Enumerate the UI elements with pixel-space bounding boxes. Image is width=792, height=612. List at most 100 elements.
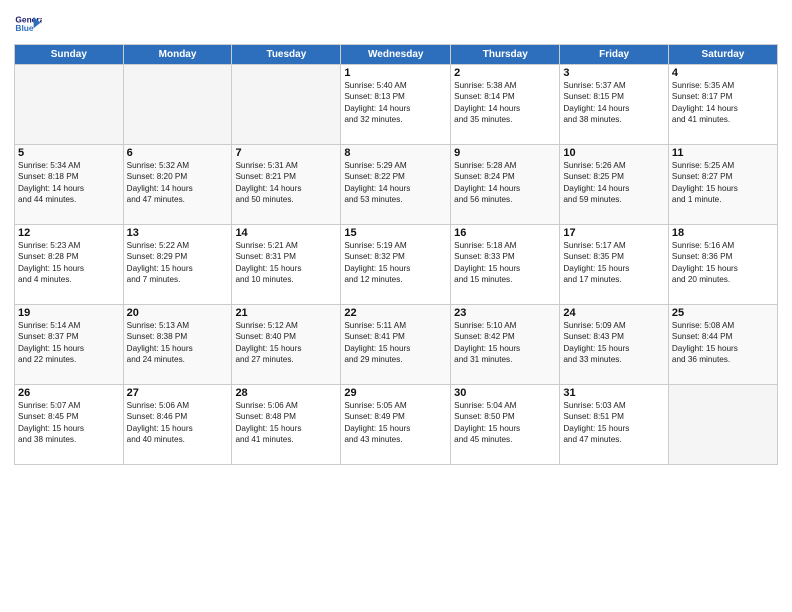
day-number: 30 xyxy=(454,387,556,399)
calendar-cell: 9Sunrise: 5:28 AM Sunset: 8:24 PM Daylig… xyxy=(451,145,560,225)
calendar-cell: 14Sunrise: 5:21 AM Sunset: 8:31 PM Dayli… xyxy=(232,225,341,305)
weekday-header-sunday: Sunday xyxy=(15,45,124,65)
day-number: 13 xyxy=(127,227,229,239)
day-number: 10 xyxy=(563,147,665,159)
calendar-cell: 10Sunrise: 5:26 AM Sunset: 8:25 PM Dayli… xyxy=(560,145,669,225)
calendar-cell: 18Sunrise: 5:16 AM Sunset: 8:36 PM Dayli… xyxy=(668,225,777,305)
day-info: Sunrise: 5:26 AM Sunset: 8:25 PM Dayligh… xyxy=(563,160,665,206)
day-info: Sunrise: 5:16 AM Sunset: 8:36 PM Dayligh… xyxy=(672,240,774,286)
day-info: Sunrise: 5:40 AM Sunset: 8:13 PM Dayligh… xyxy=(344,80,447,126)
day-number: 16 xyxy=(454,227,556,239)
weekday-header-tuesday: Tuesday xyxy=(232,45,341,65)
calendar-cell: 21Sunrise: 5:12 AM Sunset: 8:40 PM Dayli… xyxy=(232,305,341,385)
calendar-cell: 7Sunrise: 5:31 AM Sunset: 8:21 PM Daylig… xyxy=(232,145,341,225)
day-info: Sunrise: 5:19 AM Sunset: 8:32 PM Dayligh… xyxy=(344,240,447,286)
day-info: Sunrise: 5:37 AM Sunset: 8:15 PM Dayligh… xyxy=(563,80,665,126)
day-number: 17 xyxy=(563,227,665,239)
day-number: 22 xyxy=(344,307,447,319)
day-number: 9 xyxy=(454,147,556,159)
calendar-cell: 3Sunrise: 5:37 AM Sunset: 8:15 PM Daylig… xyxy=(560,65,669,145)
day-info: Sunrise: 5:25 AM Sunset: 8:27 PM Dayligh… xyxy=(672,160,774,206)
day-info: Sunrise: 5:05 AM Sunset: 8:49 PM Dayligh… xyxy=(344,400,447,446)
calendar-cell xyxy=(15,65,124,145)
day-number: 3 xyxy=(563,67,665,79)
day-number: 21 xyxy=(235,307,337,319)
day-info: Sunrise: 5:08 AM Sunset: 8:44 PM Dayligh… xyxy=(672,320,774,366)
day-info: Sunrise: 5:35 AM Sunset: 8:17 PM Dayligh… xyxy=(672,80,774,126)
day-number: 27 xyxy=(127,387,229,399)
weekday-header-row: SundayMondayTuesdayWednesdayThursdayFrid… xyxy=(15,45,778,65)
week-row-0: 1Sunrise: 5:40 AM Sunset: 8:13 PM Daylig… xyxy=(15,65,778,145)
calendar-cell: 12Sunrise: 5:23 AM Sunset: 8:28 PM Dayli… xyxy=(15,225,124,305)
week-row-1: 5Sunrise: 5:34 AM Sunset: 8:18 PM Daylig… xyxy=(15,145,778,225)
calendar-cell: 23Sunrise: 5:10 AM Sunset: 8:42 PM Dayli… xyxy=(451,305,560,385)
calendar-cell: 17Sunrise: 5:17 AM Sunset: 8:35 PM Dayli… xyxy=(560,225,669,305)
day-info: Sunrise: 5:31 AM Sunset: 8:21 PM Dayligh… xyxy=(235,160,337,206)
calendar-cell: 1Sunrise: 5:40 AM Sunset: 8:13 PM Daylig… xyxy=(341,65,451,145)
day-info: Sunrise: 5:14 AM Sunset: 8:37 PM Dayligh… xyxy=(18,320,120,366)
day-info: Sunrise: 5:21 AM Sunset: 8:31 PM Dayligh… xyxy=(235,240,337,286)
day-info: Sunrise: 5:10 AM Sunset: 8:42 PM Dayligh… xyxy=(454,320,556,366)
day-number: 4 xyxy=(672,67,774,79)
calendar-cell: 16Sunrise: 5:18 AM Sunset: 8:33 PM Dayli… xyxy=(451,225,560,305)
day-info: Sunrise: 5:29 AM Sunset: 8:22 PM Dayligh… xyxy=(344,160,447,206)
calendar-cell: 24Sunrise: 5:09 AM Sunset: 8:43 PM Dayli… xyxy=(560,305,669,385)
calendar-cell: 4Sunrise: 5:35 AM Sunset: 8:17 PM Daylig… xyxy=(668,65,777,145)
day-number: 26 xyxy=(18,387,120,399)
weekday-header-monday: Monday xyxy=(123,45,232,65)
day-info: Sunrise: 5:34 AM Sunset: 8:18 PM Dayligh… xyxy=(18,160,120,206)
weekday-header-wednesday: Wednesday xyxy=(341,45,451,65)
day-info: Sunrise: 5:09 AM Sunset: 8:43 PM Dayligh… xyxy=(563,320,665,366)
calendar-cell: 29Sunrise: 5:05 AM Sunset: 8:49 PM Dayli… xyxy=(341,385,451,465)
calendar-cell: 31Sunrise: 5:03 AM Sunset: 8:51 PM Dayli… xyxy=(560,385,669,465)
day-info: Sunrise: 5:03 AM Sunset: 8:51 PM Dayligh… xyxy=(563,400,665,446)
day-number: 11 xyxy=(672,147,774,159)
weekday-header-friday: Friday xyxy=(560,45,669,65)
calendar-cell: 28Sunrise: 5:06 AM Sunset: 8:48 PM Dayli… xyxy=(232,385,341,465)
day-info: Sunrise: 5:06 AM Sunset: 8:46 PM Dayligh… xyxy=(127,400,229,446)
generalblue-logo-icon: General Blue xyxy=(14,10,42,38)
day-info: Sunrise: 5:13 AM Sunset: 8:38 PM Dayligh… xyxy=(127,320,229,366)
calendar-cell: 13Sunrise: 5:22 AM Sunset: 8:29 PM Dayli… xyxy=(123,225,232,305)
calendar-cell: 2Sunrise: 5:38 AM Sunset: 8:14 PM Daylig… xyxy=(451,65,560,145)
calendar-cell xyxy=(232,65,341,145)
calendar-cell: 11Sunrise: 5:25 AM Sunset: 8:27 PM Dayli… xyxy=(668,145,777,225)
day-number: 20 xyxy=(127,307,229,319)
calendar-cell: 26Sunrise: 5:07 AM Sunset: 8:45 PM Dayli… xyxy=(15,385,124,465)
day-number: 15 xyxy=(344,227,447,239)
calendar-cell: 20Sunrise: 5:13 AM Sunset: 8:38 PM Dayli… xyxy=(123,305,232,385)
page: General Blue SundayMondayTuesdayWednesda… xyxy=(0,0,792,612)
calendar-cell xyxy=(668,385,777,465)
weekday-header-saturday: Saturday xyxy=(668,45,777,65)
day-number: 23 xyxy=(454,307,556,319)
day-info: Sunrise: 5:23 AM Sunset: 8:28 PM Dayligh… xyxy=(18,240,120,286)
day-info: Sunrise: 5:04 AM Sunset: 8:50 PM Dayligh… xyxy=(454,400,556,446)
calendar-cell: 27Sunrise: 5:06 AM Sunset: 8:46 PM Dayli… xyxy=(123,385,232,465)
day-number: 14 xyxy=(235,227,337,239)
day-number: 18 xyxy=(672,227,774,239)
day-number: 12 xyxy=(18,227,120,239)
week-row-4: 26Sunrise: 5:07 AM Sunset: 8:45 PM Dayli… xyxy=(15,385,778,465)
day-info: Sunrise: 5:28 AM Sunset: 8:24 PM Dayligh… xyxy=(454,160,556,206)
day-info: Sunrise: 5:32 AM Sunset: 8:20 PM Dayligh… xyxy=(127,160,229,206)
day-number: 25 xyxy=(672,307,774,319)
day-info: Sunrise: 5:07 AM Sunset: 8:45 PM Dayligh… xyxy=(18,400,120,446)
day-number: 19 xyxy=(18,307,120,319)
calendar-cell: 8Sunrise: 5:29 AM Sunset: 8:22 PM Daylig… xyxy=(341,145,451,225)
weekday-header-thursday: Thursday xyxy=(451,45,560,65)
day-number: 31 xyxy=(563,387,665,399)
calendar-cell: 6Sunrise: 5:32 AM Sunset: 8:20 PM Daylig… xyxy=(123,145,232,225)
day-info: Sunrise: 5:18 AM Sunset: 8:33 PM Dayligh… xyxy=(454,240,556,286)
calendar-cell: 25Sunrise: 5:08 AM Sunset: 8:44 PM Dayli… xyxy=(668,305,777,385)
day-number: 1 xyxy=(344,67,447,79)
header: General Blue xyxy=(14,10,778,38)
calendar-cell: 15Sunrise: 5:19 AM Sunset: 8:32 PM Dayli… xyxy=(341,225,451,305)
logo: General Blue xyxy=(14,10,42,38)
day-number: 28 xyxy=(235,387,337,399)
calendar-cell: 5Sunrise: 5:34 AM Sunset: 8:18 PM Daylig… xyxy=(15,145,124,225)
day-number: 2 xyxy=(454,67,556,79)
calendar-table: SundayMondayTuesdayWednesdayThursdayFrid… xyxy=(14,44,778,465)
day-number: 6 xyxy=(127,147,229,159)
day-info: Sunrise: 5:06 AM Sunset: 8:48 PM Dayligh… xyxy=(235,400,337,446)
svg-text:Blue: Blue xyxy=(15,23,33,33)
